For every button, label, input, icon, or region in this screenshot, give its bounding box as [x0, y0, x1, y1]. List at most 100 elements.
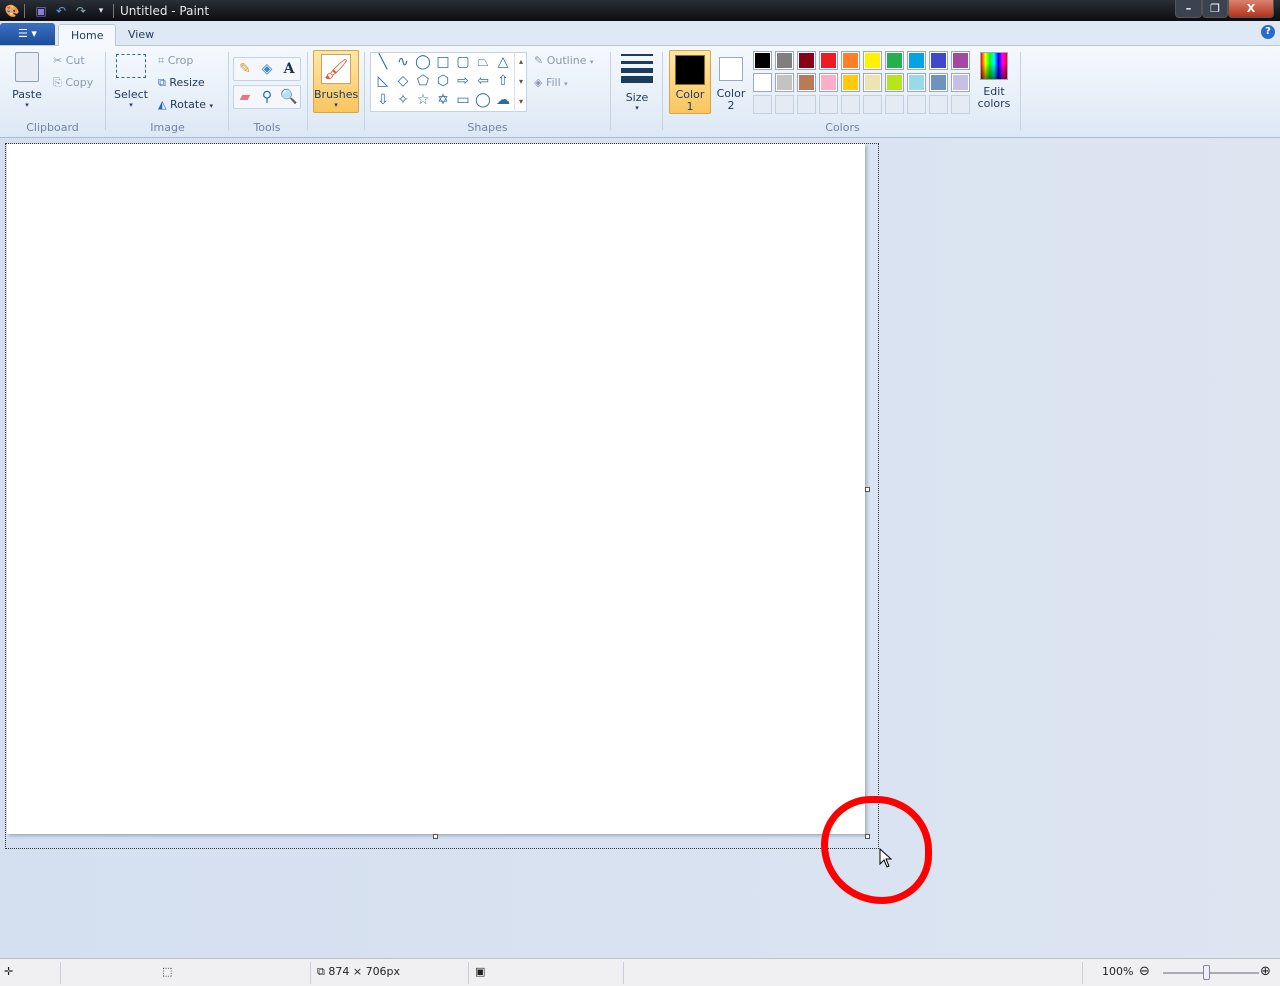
pencil-icon[interactable]: ✎ [234, 58, 256, 80]
rounded-rectangle-shape[interactable]: ▢ [453, 53, 473, 72]
tab-view[interactable]: View [116, 24, 166, 47]
diamond-shape[interactable]: ◇ [393, 72, 413, 91]
resize-button[interactable]: ⧉ Resize [158, 76, 205, 90]
brushes-button[interactable]: 🖌 Brushes ▾ [313, 50, 359, 113]
color2-button[interactable]: Color 2 [712, 50, 750, 114]
cloud-callout-shape[interactable]: ☁ [493, 91, 513, 110]
line-width-icon [621, 54, 653, 83]
palette-swatch[interactable] [775, 73, 794, 92]
window-title: Untitled - Paint [120, 3, 210, 18]
group-label-clipboard: Clipboard [26, 121, 79, 134]
magnifier-icon[interactable]: 🔍 [278, 86, 300, 108]
minimize-button[interactable]: – [1175, 0, 1202, 18]
fill-button[interactable]: ◈ Fill ▾ [534, 76, 568, 89]
palette-swatch[interactable] [951, 73, 970, 92]
line-shape[interactable]: ╲ [373, 53, 393, 72]
outline-button[interactable]: ✎ Outline ▾ [534, 54, 594, 67]
polygon-shape[interactable]: ⏢ [473, 53, 493, 72]
text-icon[interactable]: A [278, 58, 300, 80]
palette-swatch[interactable] [951, 51, 970, 70]
redo-icon[interactable]: ↷ [73, 4, 89, 18]
help-icon[interactable]: ? [1261, 25, 1275, 39]
palette-swatch[interactable] [753, 73, 772, 92]
custom-color-slot[interactable] [885, 95, 904, 114]
custom-color-slot[interactable] [753, 95, 772, 114]
palette-swatch[interactable] [797, 73, 816, 92]
ribbon: Paste ▾ ✂ Cut ⎘ Copy Clipboard Select ▾ … [0, 46, 1280, 138]
palette-swatch[interactable] [797, 51, 816, 70]
crop-icon: ⌗ [158, 54, 165, 67]
palette-swatch[interactable] [885, 51, 904, 70]
hexagon-shape[interactable]: ⬡ [433, 72, 453, 91]
color1-button[interactable]: Color 1 [669, 50, 711, 114]
palette-swatch[interactable] [907, 73, 926, 92]
tab-home[interactable]: Home [58, 24, 117, 47]
select-button[interactable]: Select ▾ [113, 54, 149, 109]
curve-shape[interactable]: ∿ [393, 53, 413, 72]
paste-button[interactable]: Paste ▾ [8, 52, 46, 112]
restore-button[interactable]: ❐ [1202, 0, 1228, 18]
palette-swatch[interactable] [863, 51, 882, 70]
zoom-slider-thumb[interactable] [1203, 965, 1210, 980]
palette-swatch[interactable] [753, 51, 772, 70]
six-point-star-shape[interactable]: ✡ [433, 91, 453, 110]
four-point-star-shape[interactable]: ✧ [393, 91, 413, 110]
up-arrow-shape[interactable]: ⇧ [493, 72, 513, 91]
save-icon[interactable]: ▣ [33, 4, 49, 18]
eraser-icon[interactable]: ▰ [234, 86, 256, 108]
custom-color-slot[interactable] [841, 95, 860, 114]
paint-menu-button[interactable]: ☰ ▾ [0, 23, 55, 45]
left-arrow-shape[interactable]: ⇦ [473, 72, 493, 91]
custom-color-slot[interactable] [863, 95, 882, 114]
fill-icon: ◈ [534, 76, 543, 89]
palette-swatch[interactable] [841, 73, 860, 92]
down-arrow-shape[interactable]: ⇩ [373, 91, 393, 110]
triangle-shape[interactable]: △ [493, 53, 513, 72]
cut-button[interactable]: ✂ Cut [53, 54, 85, 67]
custom-color-slot[interactable] [907, 95, 926, 114]
palette-swatch[interactable] [841, 51, 860, 70]
copy-button[interactable]: ⎘ Copy [53, 76, 93, 90]
paint-app-icon[interactable]: 🎨 [4, 4, 20, 18]
undo-icon[interactable]: ↶ [53, 4, 69, 18]
customize-dropdown-icon[interactable]: ▾ [93, 4, 109, 18]
palette-swatch[interactable] [929, 51, 948, 70]
custom-color-slot[interactable] [797, 95, 816, 114]
custom-color-slot[interactable] [951, 95, 970, 114]
zoom-in-button[interactable]: ⊕ [1260, 959, 1271, 986]
custom-color-slot[interactable] [775, 95, 794, 114]
shapes-scrollbar[interactable]: ▴ ▾ ▾ [514, 52, 527, 112]
pentagon-shape[interactable]: ⬠ [413, 72, 433, 91]
zoom-slider[interactable] [1163, 972, 1259, 974]
size-button[interactable]: Size ▾ [619, 52, 655, 112]
resize-handle-bottom[interactable] [433, 834, 438, 839]
rect-callout-shape[interactable]: ▭ [453, 91, 473, 110]
rotate-button[interactable]: ◭ Rotate ▾ [158, 98, 213, 111]
color-picker-icon[interactable]: ⚲ [256, 86, 278, 108]
custom-color-slot[interactable] [819, 95, 838, 114]
oval-shape[interactable]: ◯ [413, 53, 433, 72]
divider [610, 52, 611, 130]
palette-swatch[interactable] [775, 51, 794, 70]
zoom-out-button[interactable]: ⊖ [1139, 959, 1150, 986]
palette-swatch[interactable] [819, 73, 838, 92]
fill-bucket-icon[interactable]: ◈ [256, 58, 278, 80]
cursor-position-icon: ✛ [4, 965, 14, 978]
palette-swatch[interactable] [885, 73, 904, 92]
ribbon-tabs: ☰ ▾ Home View ? [0, 21, 1280, 47]
rectangle-shape[interactable]: □ [433, 53, 453, 72]
divider [662, 52, 663, 130]
right-arrow-shape[interactable]: ⇨ [453, 72, 473, 91]
edit-colors-button[interactable]: Edit colors [976, 52, 1012, 110]
palette-swatch[interactable] [819, 51, 838, 70]
palette-swatch[interactable] [907, 51, 926, 70]
five-point-star-shape[interactable]: ☆ [413, 91, 433, 110]
crop-button[interactable]: ⌗ Crop [158, 54, 193, 68]
right-triangle-shape[interactable]: ◺ [373, 72, 393, 91]
custom-color-slot[interactable] [929, 95, 948, 114]
palette-swatch[interactable] [929, 73, 948, 92]
resize-handle-right[interactable] [865, 487, 870, 492]
oval-callout-shape[interactable]: ◯ [473, 91, 493, 110]
close-button[interactable]: X [1228, 0, 1274, 18]
palette-swatch[interactable] [863, 73, 882, 92]
